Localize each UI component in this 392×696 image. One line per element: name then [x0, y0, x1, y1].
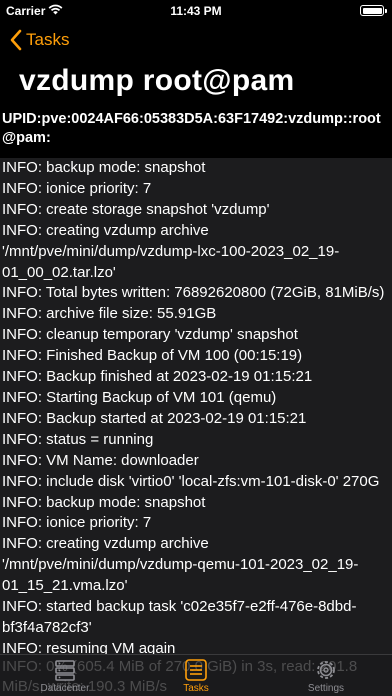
- log-line: INFO: Total bytes written: 76892620800 (…: [2, 284, 385, 302]
- battery-icon: [360, 5, 387, 16]
- back-button-label: Tasks: [26, 30, 70, 49]
- task-log[interactable]: INFO: backup mode: snapshot INFO: ionice …: [0, 158, 392, 654]
- tab-tasks[interactable]: Tasks: [131, 655, 261, 696]
- gear-icon: [317, 661, 335, 679]
- log-line: INFO: creating vzdump archive '/mnt/pve/…: [2, 535, 359, 595]
- page-title: vzdump root@pam: [19, 64, 295, 97]
- status-time: 11:43 PM: [170, 4, 222, 18]
- log-line: INFO: resuming VM again: [2, 639, 176, 654]
- log-line: INFO: archive file size: 55.91GB: [2, 305, 217, 323]
- list-icon: [185, 659, 207, 681]
- tab-datacenter-label: Datacenter: [40, 683, 90, 694]
- log-line: INFO: VM Name: downloader: [2, 451, 199, 469]
- chevron-left-icon: [10, 29, 22, 51]
- log-line: INFO: cleanup temporary 'vzdump' snapsho…: [2, 326, 298, 344]
- status-bar: Carrier 11:43 PM: [0, 0, 392, 22]
- tab-bar: INFO: 0% (605.4 MiB of 270.0 GiB) in 3s,…: [0, 654, 392, 696]
- log-line: INFO: ionice priority: 7: [2, 514, 152, 532]
- task-upid: UPID:pve:0024AF66:05383D5A:63F17492:vzdu…: [0, 108, 392, 158]
- server-rack-icon: [55, 660, 75, 681]
- app-screen: Carrier 11:43 PM Tasks vzdump root@pam U…: [0, 0, 392, 696]
- log-line: INFO: creating vzdump archive '/mnt/pve/…: [2, 221, 340, 281]
- log-line: INFO: Backup finished at 2023-02-19 01:1…: [2, 368, 313, 386]
- log-line: INFO: create storage snapshot 'vzdump': [2, 200, 270, 218]
- tab-settings[interactable]: Settings: [261, 655, 391, 696]
- log-list: INFO: backup mode: snapshot INFO: ionice …: [0, 158, 392, 654]
- log-line: INFO: Starting Backup of VM 101 (qemu): [2, 388, 277, 406]
- log-line: INFO: backup mode: snapshot: [2, 159, 206, 176]
- log-line: INFO: started backup task 'c02e35f7-e2ff…: [2, 598, 357, 636]
- tab-settings-label: Settings: [307, 683, 345, 694]
- log-line: INFO: status = running: [2, 430, 154, 448]
- log-line: INFO: Backup started at 2023-02-19 01:15…: [2, 409, 307, 427]
- back-button[interactable]: Tasks: [10, 29, 69, 51]
- tab-tasks-label: Tasks: [183, 683, 209, 694]
- log-line: INFO: Finished Backup of VM 100 (00:15:1…: [2, 347, 303, 365]
- log-line: INFO: ionice priority: 7: [2, 179, 152, 197]
- tab-datacenter[interactable]: Datacenter: [0, 655, 130, 696]
- log-line: INFO: backup mode: snapshot: [2, 493, 206, 511]
- log-line: INFO: include disk 'virtio0' 'local-zfs:…: [2, 472, 380, 490]
